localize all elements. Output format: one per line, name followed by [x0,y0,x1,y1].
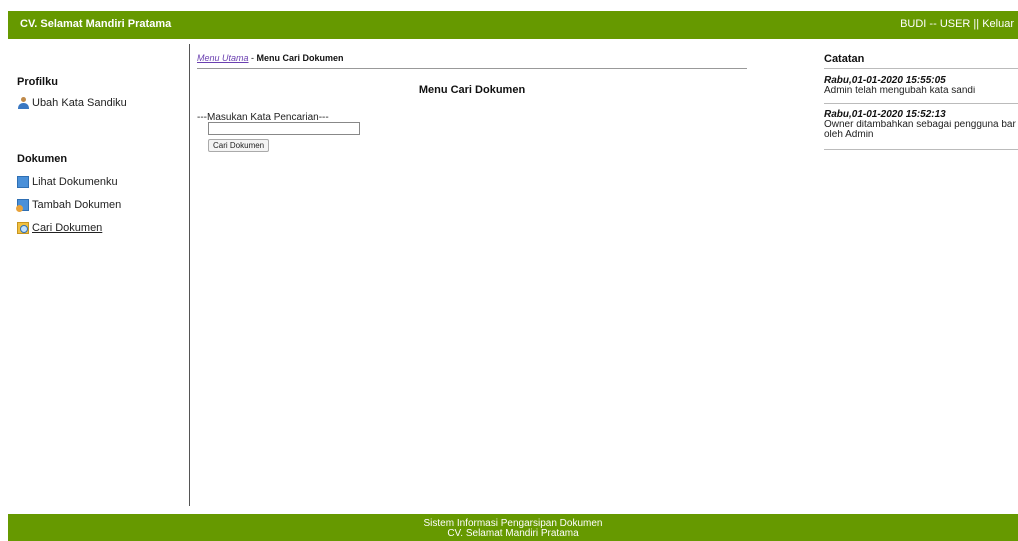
main-content: Menu Utama - Menu Cari Dokumen Menu Cari… [197,44,747,514]
profile-heading: Profilku [17,76,58,88]
user-name: BUDI [900,18,927,30]
breadcrumb-separator: - [248,53,257,63]
notes-divider [824,103,1018,104]
footer-line-1: Sistem Informasi Pengarsipan Dokumen [423,518,603,529]
sidebar-item-my-documents[interactable]: Lihat Dokumenku [17,176,118,188]
logout-divider: || [970,18,983,30]
sidebar-item-label[interactable]: Tambah Dokumen [32,199,121,211]
notes-divider [824,149,1018,150]
search-document-icon [17,222,29,234]
user-icon [17,97,29,109]
sidebar-item-label[interactable]: Cari Dokumen [32,222,102,234]
breadcrumb-current: Menu Cari Dokumen [256,53,344,63]
user-role: USER [939,18,971,30]
documents-heading: Dokumen [17,153,68,165]
footer-line-2: CV. Selamat Mandiri Pratama [447,528,579,539]
top-header-bar: CV. Selamat Mandiri Pratama BUDI -- USER… [8,11,1018,39]
note-text: Owner ditambahkan sebagai pengguna bar [824,120,1016,130]
logout-link[interactable]: Keluar [982,18,1014,30]
document-icon [17,176,29,188]
breadcrumb-divider [197,68,747,69]
notes-title: Catatan [824,53,865,65]
add-document-icon [16,199,29,212]
note-text: Admin telah mengubah kata sandi [824,86,976,96]
sidebar-item-label[interactable]: Lihat Dokumenku [32,176,118,188]
note-item: Rabu,01-01-2020 15:55:05 Admin telah men… [824,76,1018,96]
note-item: Rabu,01-01-2020 15:52:13 Owner ditambahk… [824,110,1018,140]
note-timestamp: Rabu,01-01-2020 15:52:13 [824,109,946,120]
sidebar-item-change-password[interactable]: Ubah Kata Sandiku [17,97,127,109]
note-text: oleh Admin [824,130,874,140]
sidebar: Profilku Ubah Kata Sandiku Dokumen Lihat… [8,44,190,506]
sidebar-item-search-document[interactable]: Cari Dokumen [17,222,102,234]
breadcrumb-home-link[interactable]: Menu Utama [197,53,249,63]
sidebar-item-add-document[interactable]: Tambah Dokumen [16,199,121,212]
breadcrumb: Menu Utama - Menu Cari Dokumen [197,53,344,63]
search-input[interactable] [208,122,360,135]
user-info: BUDI -- USER || Keluar [900,18,1014,30]
sidebar-item-label[interactable]: Ubah Kata Sandiku [32,97,127,109]
page-title: Menu Cari Dokumen [418,84,526,96]
note-timestamp: Rabu,01-01-2020 15:55:05 [824,75,946,86]
user-separator: -- [926,18,940,30]
notes-divider [824,68,1018,69]
footer-bar: Sistem Informasi Pengarsipan Dokumen CV.… [8,514,1018,541]
search-button[interactable]: Cari Dokumen [208,139,270,152]
brand-title: CV. Selamat Mandiri Pratama [20,18,172,30]
